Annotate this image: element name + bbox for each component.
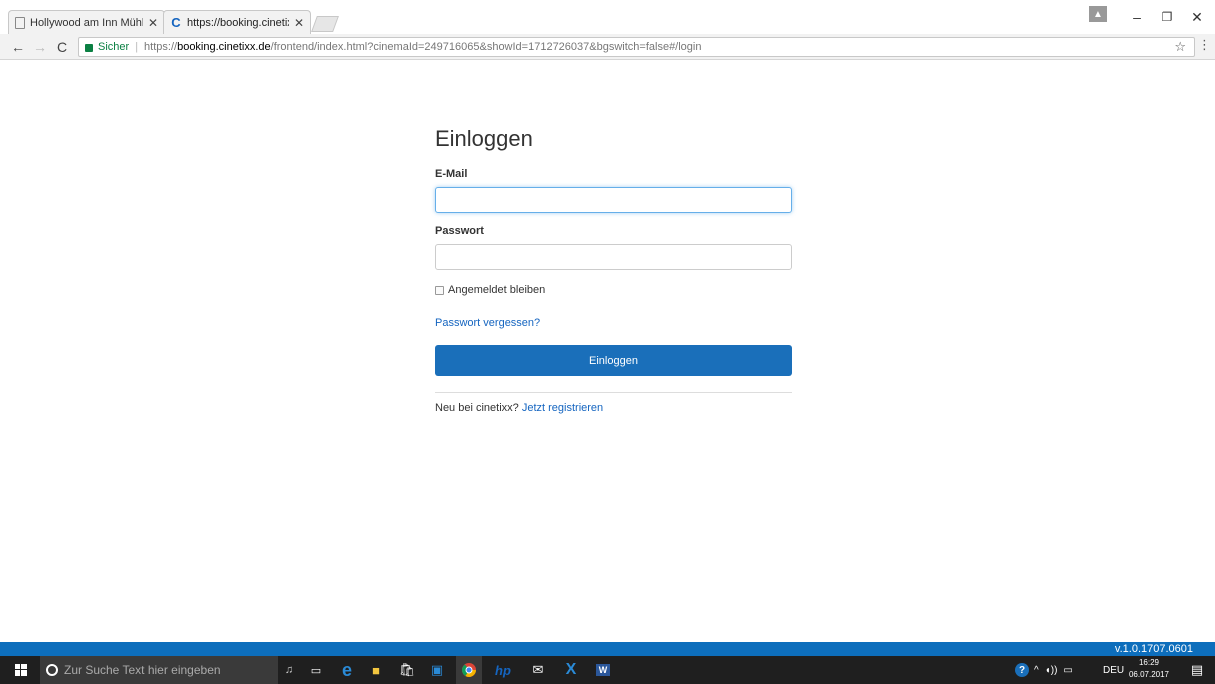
version-text: v.1.0.1707.0601 bbox=[1114, 643, 1193, 655]
url-text: https://booking.cinetixx.de/frontend/ind… bbox=[144, 41, 702, 53]
page-icon bbox=[15, 16, 25, 29]
hp-icon[interactable]: hp bbox=[490, 656, 516, 684]
profile-icon[interactable]: ▲ bbox=[1089, 6, 1107, 22]
tab-cinetixx[interactable]: C https://booking.cinetixx.c ✕ bbox=[163, 10, 311, 34]
close-tab-icon[interactable]: ✕ bbox=[294, 16, 304, 30]
remember-me[interactable]: Angemeldet bleiben bbox=[435, 284, 792, 296]
login-form: Einloggen E-Mail Passwort Angemeldet ble… bbox=[435, 122, 792, 414]
task-view-icon[interactable]: ▭ bbox=[303, 656, 329, 684]
email-label: E-Mail bbox=[435, 168, 468, 180]
speaker-icon[interactable]: ◖)) bbox=[1045, 665, 1058, 676]
close-window-button[interactable]: ✕ bbox=[1182, 0, 1212, 34]
notification-center-icon[interactable]: ▤ bbox=[1186, 656, 1208, 684]
store-icon[interactable]: 🛍 bbox=[394, 656, 420, 684]
edge-icon[interactable]: e bbox=[334, 656, 360, 684]
secure-label: Sicher bbox=[98, 41, 130, 53]
language-label: DEU bbox=[1103, 664, 1125, 676]
time-text: 16:29 bbox=[1138, 658, 1160, 667]
password-field[interactable] bbox=[435, 244, 792, 270]
back-button[interactable]: ← bbox=[8, 36, 28, 58]
restore-button[interactable]: ❐ bbox=[1152, 0, 1182, 34]
windows-start-icon[interactable] bbox=[6, 656, 36, 684]
cortana-icon bbox=[46, 664, 58, 676]
clock[interactable]: 16:29 06.07.2017 bbox=[1128, 657, 1170, 681]
browser-toolbar: ← → C Sicher | https://booking.cinetixx.… bbox=[0, 34, 1215, 60]
forgot-password-link[interactable]: Passwort vergessen? bbox=[435, 317, 540, 329]
bookmark-star-icon[interactable]: ☆ bbox=[1174, 39, 1186, 55]
remember-checkbox[interactable] bbox=[435, 285, 444, 295]
password-label: Passwort bbox=[435, 225, 484, 237]
chrome-icon[interactable] bbox=[456, 656, 482, 684]
page-title: Einloggen bbox=[435, 126, 533, 151]
file-explorer-icon[interactable]: ■ bbox=[363, 656, 389, 684]
minimize-button[interactable]: – bbox=[1122, 0, 1152, 34]
xing-icon[interactable]: X bbox=[558, 656, 584, 684]
register-link[interactable]: Jetzt registrieren bbox=[522, 402, 603, 414]
chevron-up-icon[interactable]: ^ bbox=[1034, 665, 1039, 676]
remember-label: Angemeldet bleiben bbox=[448, 284, 546, 296]
login-button[interactable]: Einloggen bbox=[435, 345, 792, 376]
word-icon[interactable]: W bbox=[590, 656, 616, 684]
browser-menu-icon[interactable]: ⋮ bbox=[1198, 37, 1211, 53]
tab-title: https://booking.cinetixx.c bbox=[187, 16, 289, 29]
search-placeholder: Zur Suche Text hier eingeben bbox=[64, 663, 221, 677]
date-text: 06.07.2017 bbox=[1128, 670, 1170, 679]
lock-icon bbox=[85, 44, 93, 52]
forward-button[interactable]: → bbox=[30, 36, 50, 58]
taskbar: Zur Suche Text hier eingeben ♫ ▭ e ■ 🛍 ▣… bbox=[0, 656, 1215, 684]
network-icon[interactable]: ▭ bbox=[1063, 665, 1072, 676]
language-indicator[interactable]: DEU bbox=[1103, 656, 1125, 684]
mail-icon[interactable]: ✉ bbox=[525, 656, 551, 684]
divider: | bbox=[135, 41, 139, 53]
media-player-icon[interactable]: ▣ bbox=[424, 656, 450, 684]
version-bar: v.1.0.1707.0601 bbox=[0, 642, 1215, 656]
tab-strip: Hollywood am Inn Mühl ✕ C https://bookin… bbox=[0, 0, 1215, 34]
cinetixx-favicon-icon: C bbox=[171, 15, 181, 30]
tab-title: Hollywood am Inn Mühl bbox=[30, 16, 143, 29]
divider bbox=[435, 392, 792, 393]
reload-button[interactable]: C bbox=[52, 36, 72, 58]
microphone-icon[interactable]: ♫ bbox=[280, 656, 298, 684]
email-field[interactable] bbox=[435, 187, 792, 213]
help-icon[interactable]: ? bbox=[1012, 656, 1032, 684]
close-tab-icon[interactable]: ✕ bbox=[148, 16, 158, 30]
new-tab-button[interactable] bbox=[311, 16, 339, 32]
tray-icons[interactable]: ^ ◖)) ▭ bbox=[1034, 656, 1104, 684]
address-bar[interactable]: Sicher | https://booking.cinetixx.de/fro… bbox=[78, 37, 1195, 57]
signup-prompt: Neu bei cinetixx? bbox=[435, 402, 519, 414]
taskbar-search[interactable]: Zur Suche Text hier eingeben bbox=[40, 656, 278, 684]
tab-hollywood[interactable]: Hollywood am Inn Mühl ✕ bbox=[8, 10, 165, 34]
signup-row: Neu bei cinetixx? Jetzt registrieren bbox=[435, 402, 792, 414]
